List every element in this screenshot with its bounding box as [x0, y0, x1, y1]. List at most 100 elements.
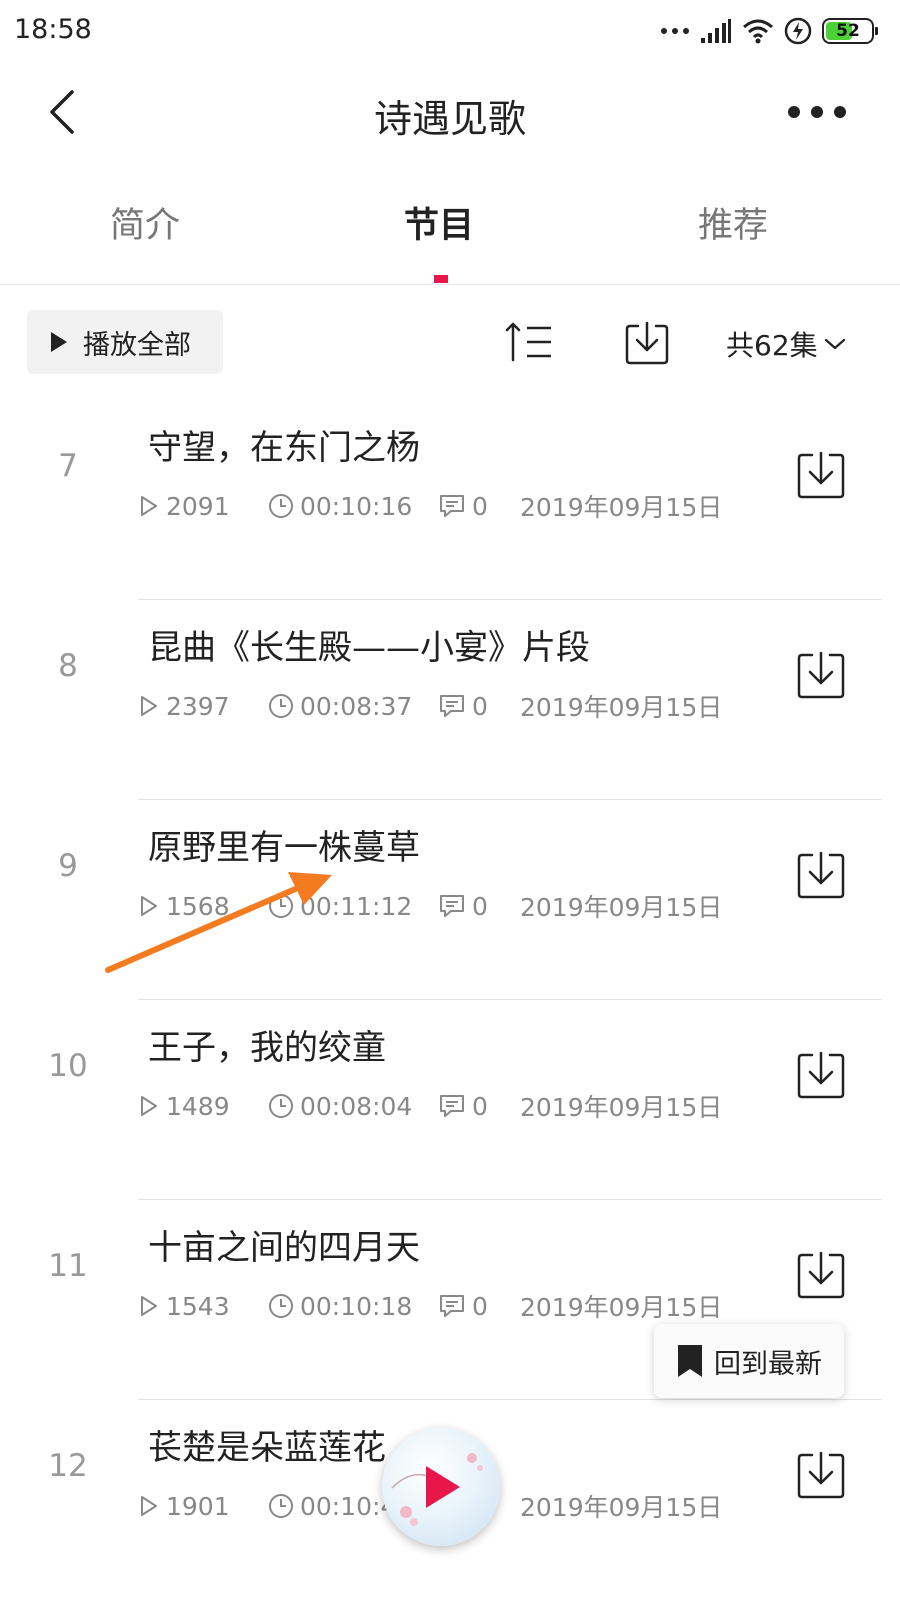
- tab-recommend[interactable]: 推荐: [698, 197, 768, 248]
- episode-row[interactable]: 10 王子，我的绞童 1489 00:08:04 0 2019年09月15日: [0, 1000, 900, 1200]
- comment-count: 0: [438, 1092, 520, 1121]
- episode-number: 12: [48, 1448, 88, 1484]
- episode-number: 9: [58, 848, 78, 884]
- episode-title: 原野里有一株蔓草: [148, 828, 420, 868]
- episode-row[interactable]: 9 原野里有一株蔓草 1568 00:11:12 0 2019年09月15日: [0, 800, 900, 1000]
- back-to-latest-button[interactable]: 回到最新: [654, 1324, 844, 1398]
- play-count-value: 1568: [166, 891, 230, 921]
- tab-intro[interactable]: 简介: [110, 197, 180, 248]
- episode-title: 守望，在东门之杨: [148, 428, 420, 468]
- duration: 00:08:37: [268, 692, 438, 721]
- comment-count-value: 0: [472, 1091, 488, 1121]
- episode-title: 昆曲《长生殿——小宴》片段: [148, 628, 590, 668]
- duration-value: 00:10:18: [300, 1291, 413, 1321]
- duration-value: 00:08:04: [300, 1091, 413, 1121]
- play-count-value: 1543: [166, 1291, 230, 1321]
- episode-number: 11: [48, 1248, 88, 1284]
- comment-count-value: 0: [472, 1291, 488, 1321]
- download-icon: [797, 451, 845, 499]
- download-icon: [797, 1051, 845, 1099]
- page-title: 诗遇见歌: [373, 97, 526, 141]
- comment-icon: [440, 695, 464, 717]
- comment-count: 0: [438, 1292, 520, 1321]
- episode-meta: 1568 00:11:12 0 2019年09月15日: [138, 890, 722, 922]
- wifi-icon: [743, 19, 773, 44]
- more-options-button[interactable]: [782, 88, 852, 136]
- comment-icon: [440, 895, 464, 917]
- duration-value: 00:11:12: [300, 891, 413, 921]
- episode-count-label: 共62集: [726, 329, 818, 362]
- episode-download-button[interactable]: [796, 850, 846, 900]
- download-icon: [625, 321, 669, 365]
- play-count-icon: [141, 496, 157, 516]
- play-count-value: 1901: [166, 1491, 230, 1521]
- duration: 00:08:04: [268, 1092, 438, 1121]
- download-icon: [797, 1451, 845, 1499]
- play-count: 1568: [138, 892, 268, 921]
- play-count-value: 1489: [166, 1091, 230, 1121]
- tab-bar: 简介 节目 推荐: [0, 175, 900, 285]
- episode-download-button[interactable]: [796, 1450, 846, 1500]
- episode-download-button[interactable]: [796, 1250, 846, 1300]
- comment-count: 0: [438, 492, 520, 521]
- episode-download-button[interactable]: [796, 1050, 846, 1100]
- signal-icon: [701, 19, 731, 43]
- play-count-icon: [141, 1496, 157, 1516]
- episode-meta: 2397 00:08:37 0 2019年09月15日: [138, 690, 722, 722]
- comment-count-value: 0: [472, 491, 488, 521]
- battery-percent: 52: [836, 21, 860, 41]
- tab-programs[interactable]: 节目: [404, 197, 474, 248]
- download-icon: [797, 851, 845, 899]
- episode-meta: 1489 00:08:04 0 2019年09月15日: [138, 1090, 722, 1122]
- episode-meta: 1543 00:10:18 0 2019年09月15日: [138, 1290, 722, 1322]
- play-count: 2397: [138, 692, 268, 721]
- tab-active-indicator: [434, 275, 448, 283]
- publish-date: 2019年09月15日: [520, 1493, 723, 1522]
- clock-icon: [269, 694, 293, 718]
- duration-value: 00:08:37: [300, 691, 413, 721]
- more-icon: [788, 106, 846, 118]
- play-count: 1543: [138, 1292, 268, 1321]
- back-to-latest-label: 回到最新: [714, 1348, 822, 1380]
- more-dots-icon: [661, 28, 689, 34]
- status-time: 18:58: [14, 14, 92, 45]
- episode-meta: 2091 00:10:16 0 2019年09月15日: [138, 490, 722, 522]
- comment-icon: [440, 1295, 464, 1317]
- episode-count-dropdown[interactable]: 共62集: [726, 324, 846, 364]
- nav-bar: 诗遇见歌: [0, 62, 900, 162]
- play-count: 2091: [138, 492, 268, 521]
- episode-row[interactable]: 8 昆曲《长生殿——小宴》片段 2397 00:08:37 0 2019年09月…: [0, 600, 900, 800]
- duration: 00:10:16: [268, 492, 438, 521]
- episode-title: 王子，我的绞童: [148, 1028, 386, 1068]
- clock-icon: [269, 494, 293, 518]
- play-count-icon: [141, 1296, 157, 1316]
- chevron-down-icon: [824, 338, 845, 350]
- play-count-icon: [141, 696, 157, 716]
- episode-number: 10: [48, 1048, 88, 1084]
- episode-download-button[interactable]: [796, 450, 846, 500]
- download-all-button[interactable]: [624, 320, 670, 366]
- sort-order-icon: [505, 322, 551, 362]
- episode-number: 8: [58, 648, 78, 684]
- play-count-value: 2397: [166, 691, 230, 721]
- publish-date: 2019年09月15日: [520, 1093, 723, 1122]
- clock-icon: [269, 1094, 293, 1118]
- episode-title: 十亩之间的四月天: [148, 1228, 420, 1268]
- charging-icon: [784, 17, 812, 45]
- download-icon: [797, 1251, 845, 1299]
- play-all-button[interactable]: 播放全部: [27, 310, 223, 374]
- publish-date: 2019年09月15日: [520, 893, 723, 922]
- comment-count-value: 0: [472, 891, 488, 921]
- comment-icon: [440, 495, 464, 517]
- sort-button[interactable]: [505, 320, 555, 364]
- comment-icon: [440, 1095, 464, 1117]
- status-bar: 18:58 52: [0, 0, 900, 62]
- mini-player-button[interactable]: [382, 1428, 500, 1546]
- comment-count: 0: [438, 692, 520, 721]
- episode-download-button[interactable]: [796, 650, 846, 700]
- episode-row[interactable]: 7 守望，在东门之杨 2091 00:10:16 0 2019年09月15日: [0, 400, 900, 600]
- play-all-label: 播放全部: [83, 329, 191, 361]
- clock-icon: [269, 1294, 293, 1318]
- download-icon: [797, 651, 845, 699]
- list-toolbar: 播放全部 共62集: [0, 306, 900, 378]
